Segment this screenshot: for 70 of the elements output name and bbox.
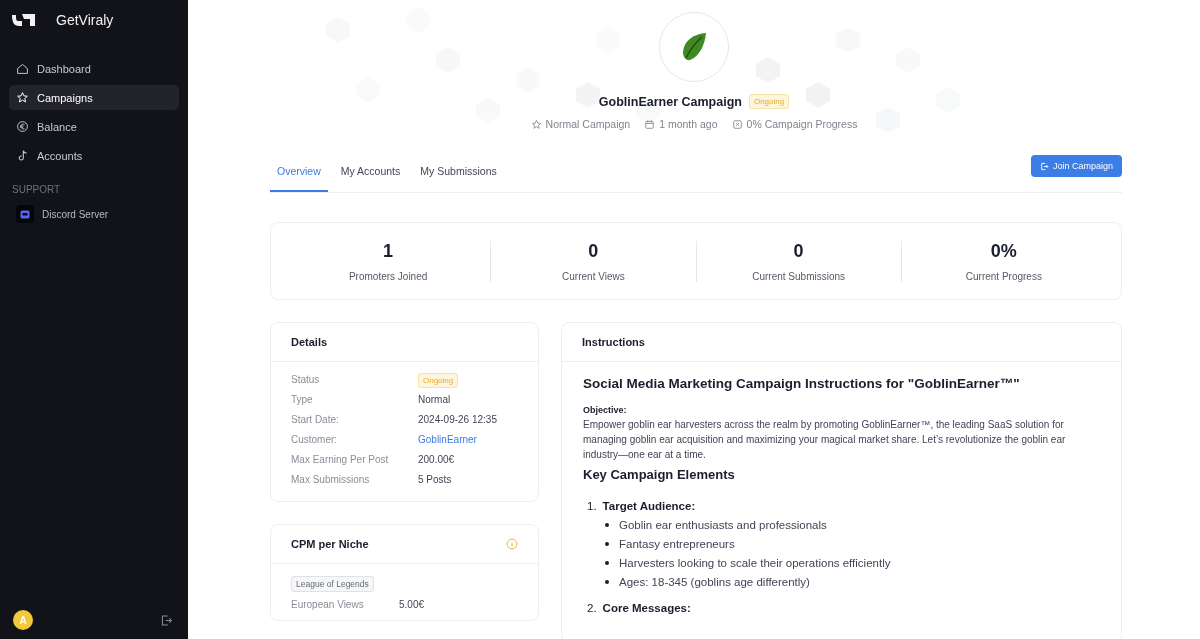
music-note-icon	[16, 149, 29, 162]
bullet-text: Ages: 18-345 (goblins age differently)	[619, 576, 810, 588]
list-number: 1.	[587, 500, 597, 512]
leaf-icon	[680, 32, 708, 62]
bullet-text: Fantasy entrepreneurs	[619, 538, 735, 550]
logout-icon[interactable]	[160, 613, 173, 627]
stat-value: 0%	[990, 240, 1017, 262]
detail-value: 5 Posts	[418, 474, 453, 485]
tab[interactable]: My Accounts	[333, 152, 408, 192]
tab[interactable]: My Submissions	[413, 152, 504, 192]
card-title: CPM per Niche	[291, 538, 369, 550]
tab[interactable]: Overview	[270, 152, 328, 192]
objective-label: Objective:	[583, 405, 628, 415]
detail-label: Max Earning Per Post	[291, 454, 390, 465]
objective-text: Empower goblin ear harvesters across the realm by promoting GoblinEarner™, the leading SaaS solution for managing goblin ear acquisition and maximizing your magical market share. Let’s revolutionize the goblin ear industry—one ear at a time.	[583, 418, 1067, 462]
meta-text: Normal Campaign	[545, 118, 631, 130]
stat-label: Current Views	[562, 270, 625, 282]
progress-icon	[731, 118, 743, 130]
detail-value: 200.00€	[418, 454, 456, 465]
stat-value: 0	[588, 240, 599, 262]
niche-tag: League of Legends	[291, 576, 374, 592]
euro-icon	[16, 120, 29, 133]
sidebar-item[interactable]: Balance	[9, 114, 179, 139]
star-icon	[16, 91, 29, 104]
calendar-icon	[644, 118, 656, 130]
instructions-heading: Social Media Marketing Campaign Instructions for "GoblinEarner™"	[583, 376, 1021, 391]
card-title: Instructions	[582, 336, 645, 348]
meta-text: 0% Campaign Progress	[746, 118, 858, 130]
bullet-icon	[605, 542, 609, 546]
bullet-text: Goblin ear enthusiasts and professionals	[619, 519, 827, 531]
sidebar-item[interactable]: Campaigns	[9, 85, 179, 110]
section-label: SUPPORT	[12, 184, 62, 195]
brand-name: GetViraly	[56, 12, 114, 28]
home-icon	[16, 62, 29, 75]
cpm-label: European Views	[291, 599, 365, 610]
customer-link[interactable]: GoblinEarner	[418, 434, 477, 445]
star-icon	[530, 118, 542, 130]
detail-value: 2024-09-26 12:35	[418, 414, 498, 425]
stat-label: Current Progress	[965, 270, 1042, 282]
sidebar-item[interactable]: Discord Server	[9, 205, 179, 223]
section-heading: Key Campaign Elements	[583, 467, 736, 482]
list-number: 2.	[587, 602, 597, 614]
list-item-title: Target Audience:	[602, 500, 696, 512]
stat-label: Current Submissions	[752, 270, 846, 282]
chat-icon	[16, 205, 34, 223]
bullet-icon	[605, 561, 609, 565]
join-campaign-button[interactable]: Join Campaign	[1030, 155, 1122, 177]
detail-label: Start Date:	[291, 414, 340, 425]
status-badge: Ongoing	[748, 94, 790, 109]
detail-value: Normal	[418, 394, 452, 405]
bullet-text: Harvesters looking to scale their operations efficiently	[619, 557, 891, 569]
detail-label: Status	[291, 374, 321, 385]
detail-label: Type	[291, 394, 314, 405]
stat-label: Promoters Joined	[348, 270, 428, 282]
login-icon	[1039, 161, 1049, 171]
meta-text: 1 month ago	[659, 118, 718, 130]
stat-value: 0	[793, 240, 804, 262]
list-item-title: Core Messages:	[602, 602, 691, 614]
campaign-title: GoblinEarner Campaign	[598, 94, 742, 109]
stat-value: 1	[383, 240, 394, 262]
bullet-icon	[605, 523, 609, 527]
status-badge: Ongoing	[418, 373, 459, 388]
card-title: Details	[291, 336, 328, 348]
sidebar-item[interactable]: Dashboard	[9, 56, 179, 81]
logo-icon	[11, 13, 36, 27]
sidebar-item[interactable]: Accounts	[9, 143, 179, 168]
bullet-icon	[605, 580, 609, 584]
cpm-value: 5.00€	[399, 599, 426, 610]
detail-label: Customer:	[291, 434, 339, 445]
detail-label: Max Submissions	[291, 474, 371, 485]
